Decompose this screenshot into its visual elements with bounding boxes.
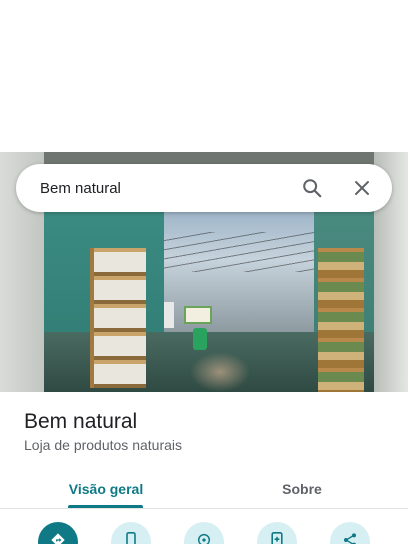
close-icon[interactable]: [344, 170, 380, 206]
search-query[interactable]: Bem natural: [40, 180, 280, 197]
action-buttons-row: [0, 520, 408, 544]
navigate-icon: [196, 532, 212, 544]
share-button[interactable]: [330, 522, 370, 544]
place-title: Bem natural: [24, 410, 138, 433]
save-button[interactable]: [257, 522, 297, 544]
photo-shelf-right: [318, 248, 364, 392]
photo-dispenser: [164, 302, 174, 328]
photo-shelf-left: [90, 248, 146, 388]
tab-about[interactable]: Sobre: [250, 468, 354, 510]
call-button[interactable]: [111, 522, 151, 544]
navigate-button[interactable]: [184, 522, 224, 544]
photo-device: [193, 328, 207, 350]
search-bar[interactable]: Bem natural: [16, 164, 392, 212]
photo-sign: [184, 306, 212, 324]
tab-bar: Visão geral Sobre: [0, 468, 408, 510]
blank-top-area: [0, 0, 408, 152]
photo-reflection: [190, 352, 250, 392]
save-icon: [270, 532, 284, 544]
search-icon[interactable]: [294, 170, 330, 206]
photo-power-lines: [164, 232, 314, 272]
tab-overview[interactable]: Visão geral: [52, 468, 160, 510]
share-icon: [342, 532, 358, 544]
tabs-divider: [0, 508, 408, 509]
phone-icon: [124, 532, 138, 544]
directions-icon: [50, 532, 66, 544]
directions-button[interactable]: [38, 522, 78, 544]
place-category: Loja de produtos naturais: [24, 437, 182, 453]
